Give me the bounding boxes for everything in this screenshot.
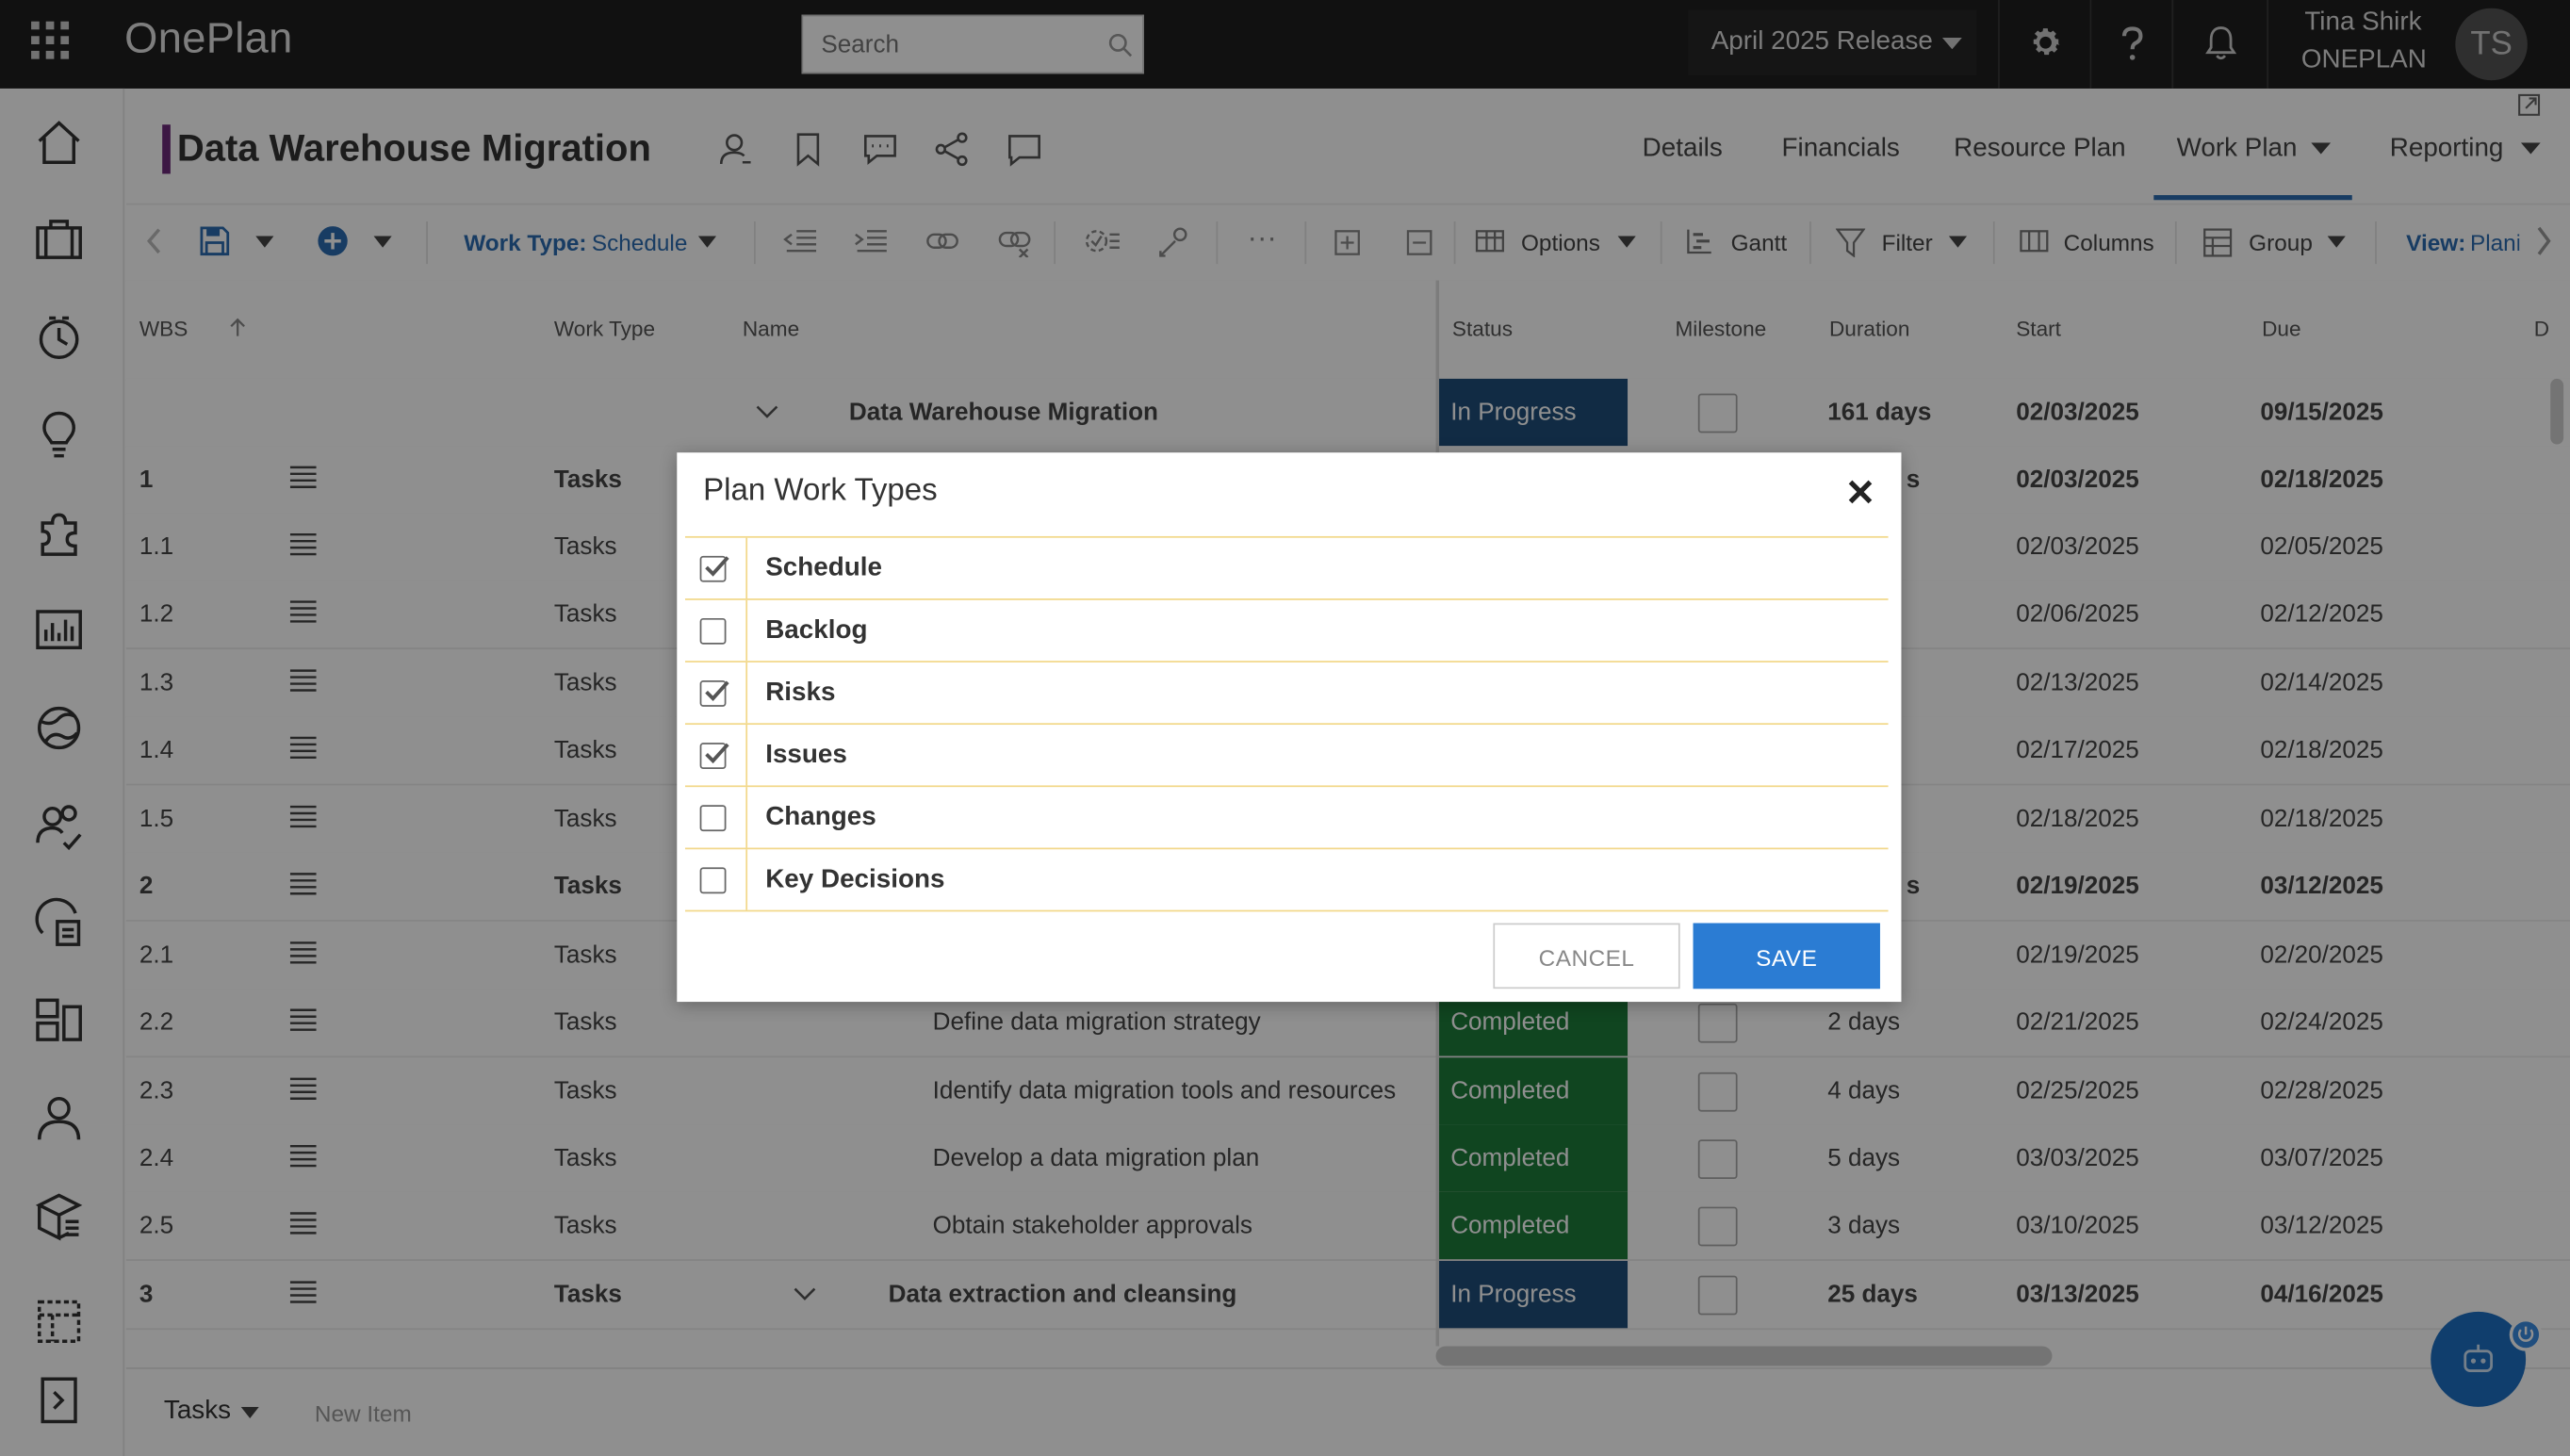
key-decisions-checkbox[interactable]: [699, 867, 727, 894]
checkbox-cell: [685, 599, 748, 662]
work-type-item-key-decisions[interactable]: Key Decisions: [684, 849, 1889, 912]
checkbox-cell: [685, 849, 748, 910]
checkbox-cell: [685, 662, 748, 724]
work-type-item-schedule[interactable]: Schedule: [684, 537, 1889, 600]
risks-checkbox[interactable]: [699, 680, 729, 707]
work-type-label: Schedule: [765, 554, 882, 582]
work-type-label: Risks: [765, 679, 836, 707]
cancel-button[interactable]: CANCEL: [1493, 923, 1680, 990]
checkbox-cell: [685, 537, 748, 599]
work-type-label: Changes: [765, 803, 876, 832]
checkbox-cell: [685, 787, 748, 848]
work-type-item-changes[interactable]: Changes: [684, 787, 1889, 850]
checkmark-icon: [705, 743, 729, 764]
work-type-list: Schedule Backlog Risks Issues Changes Ke…: [684, 535, 1889, 912]
work-type-item-risks[interactable]: Risks: [684, 662, 1889, 726]
work-type-label: Issues: [765, 741, 847, 770]
work-type-item-issues[interactable]: Issues: [684, 725, 1889, 788]
app-stage: OnePlan April 2025 Release Tina Shirk ON…: [0, 0, 2570, 1456]
plan-work-types-dialog: Plan Work Types Schedule Backlog Risks I…: [677, 452, 1902, 1003]
checkbox-cell: [685, 725, 748, 786]
work-type-label: Backlog: [765, 616, 868, 645]
checkmark-icon: [705, 680, 729, 701]
save-button[interactable]: SAVE: [1693, 923, 1880, 990]
changes-checkbox[interactable]: [699, 805, 727, 832]
schedule-checkbox[interactable]: [699, 555, 729, 582]
work-type-label: Key Decisions: [765, 865, 945, 894]
dialog-title: Plan Work Types: [703, 473, 938, 509]
issues-checkbox[interactable]: [699, 743, 729, 770]
work-type-item-backlog[interactable]: Backlog: [684, 599, 1889, 663]
backlog-checkbox[interactable]: [699, 617, 727, 645]
close-icon[interactable]: [1845, 477, 1874, 506]
checkmark-icon: [705, 556, 729, 577]
